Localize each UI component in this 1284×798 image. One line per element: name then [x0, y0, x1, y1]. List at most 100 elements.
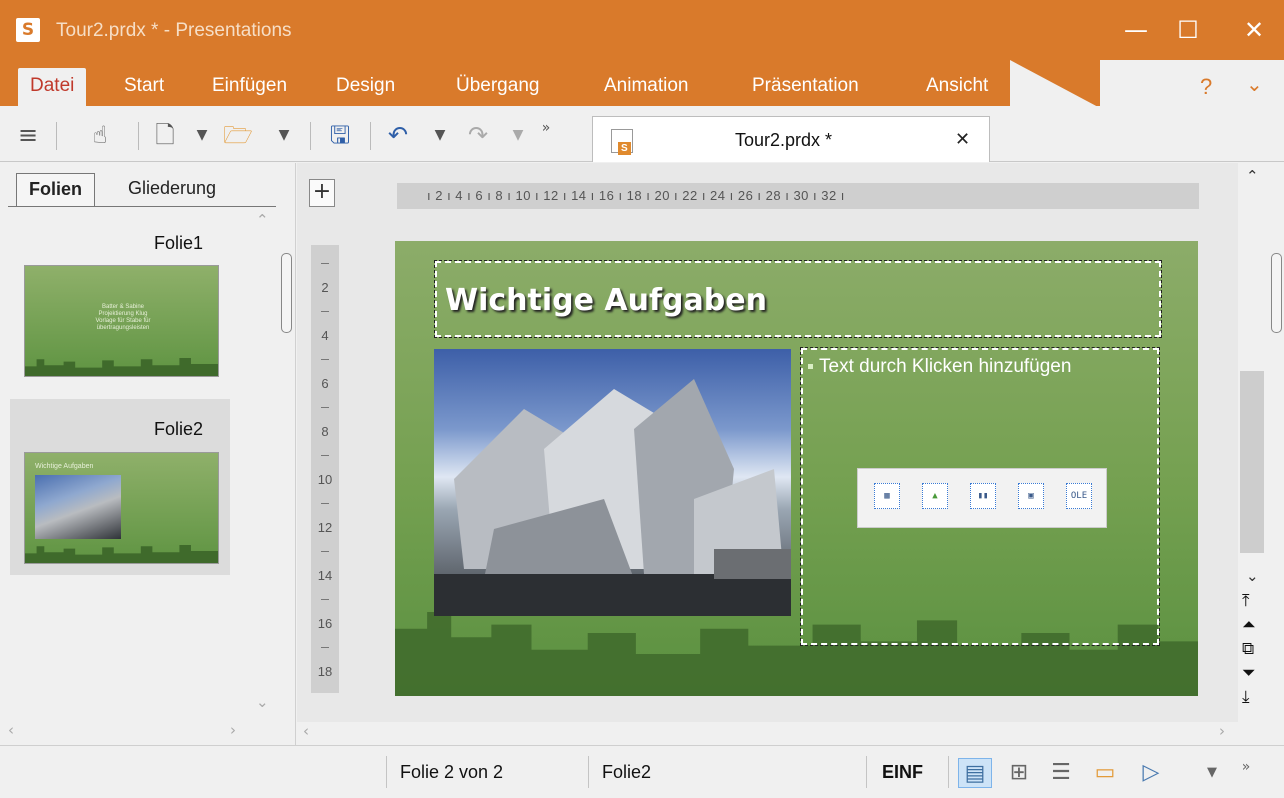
chart-icon[interactable]: ▮▮: [970, 483, 996, 509]
menu-datei[interactable]: Datei: [18, 68, 87, 108]
previous-slide-icon[interactable]: ⏶: [1242, 615, 1256, 635]
menu-bar: Datei Start Einfügen Design Übergang Ani…: [0, 60, 1284, 108]
ruler-mark: [321, 551, 329, 552]
scroll-left-icon[interactable]: ‹: [8, 721, 14, 739]
menu-design[interactable]: Design: [324, 68, 407, 108]
menu-icon[interactable]: ≡: [12, 118, 44, 152]
redo-dropdown-icon: ▼: [512, 127, 524, 143]
slide-list-icon[interactable]: ⧉: [1242, 639, 1254, 659]
document-tab-title: Tour2.prdx *: [735, 130, 833, 150]
first-slide-icon[interactable]: ⤒: [1242, 591, 1250, 611]
help-button[interactable]: ?: [1200, 74, 1212, 100]
building-shapes: [434, 379, 791, 616]
insert-mode[interactable]: EINF: [882, 762, 923, 783]
scroll-up-icon[interactable]: ⌃: [1246, 167, 1259, 185]
document-tab[interactable]: S Tour2.prdx * ✕: [592, 116, 990, 162]
app-icon[interactable]: S: [16, 18, 40, 42]
ruler-label: 12: [317, 520, 333, 535]
scrollbar-thumb[interactable]: [1240, 371, 1264, 553]
undo-icon[interactable]: ↶: [382, 118, 414, 152]
undo-dropdown-icon[interactable]: ▼: [430, 118, 450, 152]
next-slide-icon[interactable]: ⏷: [1242, 663, 1256, 683]
picture-icon[interactable]: ▲: [922, 483, 948, 509]
window-title: Tour2.prdx * - Presentations: [56, 20, 292, 41]
slideshow-icon[interactable]: ▷: [1134, 758, 1168, 788]
content-placeholder[interactable]: Text durch Klicken hinzufügen ▦ ▲ ▮▮ ▣ O…: [800, 347, 1160, 646]
right-pane-handle[interactable]: [1271, 253, 1282, 333]
new-document-dropdown-icon[interactable]: ▼: [192, 118, 212, 152]
open-folder-icon[interactable]: 🗁: [218, 118, 258, 152]
hand-icon[interactable]: ☝: [80, 118, 120, 152]
tab-folien[interactable]: Folien: [16, 173, 95, 207]
slide-label: Folie1: [154, 233, 204, 253]
menu-ansicht[interactable]: Ansicht: [914, 68, 1000, 108]
ruler-corner-button[interactable]: +: [309, 179, 335, 207]
slides-pane: Folien Gliederung Folie1 Batter & Sabine…: [0, 163, 296, 745]
editor-horizontal-scrollbar[interactable]: ‹ ›: [297, 722, 1242, 744]
scroll-up-icon[interactable]: ⌃: [256, 211, 269, 229]
normal-view-icon[interactable]: ▤: [958, 758, 992, 788]
toolbar-separator: [370, 122, 371, 150]
scroll-right-icon[interactable]: ›: [1219, 722, 1225, 740]
ruler-mark: [321, 263, 329, 264]
maximize-button[interactable]: ☐: [1168, 12, 1208, 48]
title-placeholder[interactable]: Wichtige Aufgaben: [434, 260, 1162, 338]
ruler-label: 10: [317, 472, 333, 487]
tab-underline: [8, 206, 276, 207]
horizontal-ruler-ticks: ı 2 ı 4 ı 6 ı 8 ı 10 ı 12 ı 14 ı 16 ı 18…: [427, 188, 845, 203]
menu-uebergang[interactable]: Übergang: [444, 68, 551, 108]
ruler-label: 4: [321, 328, 329, 343]
editor-vertical-scrollbar[interactable]: ⌃ ⌄ ⤒ ⏶ ⧉ ⏷ ⤓: [1238, 163, 1266, 743]
content-placeholder-text[interactable]: Text durch Klicken hinzufügen: [819, 356, 1071, 378]
slide-sorter-icon[interactable]: ⊞: [1002, 758, 1036, 788]
notes-view-icon[interactable]: ▭: [1088, 758, 1122, 788]
current-slide-name: Folie2: [602, 762, 652, 782]
minimize-button[interactable]: —: [1116, 12, 1156, 48]
new-document-icon[interactable]: 🗋: [150, 118, 180, 152]
menu-animation[interactable]: Animation: [592, 68, 701, 108]
slideshow-dropdown-icon[interactable]: ▼: [1200, 758, 1224, 788]
ruler-label: 14: [317, 568, 333, 583]
outline-view-icon[interactable]: ☰: [1044, 758, 1078, 788]
scroll-down-icon[interactable]: ⌄: [1246, 567, 1259, 585]
scroll-right-icon[interactable]: ›: [230, 721, 236, 739]
scroll-down-icon[interactable]: ⌄: [256, 693, 269, 711]
presentation-file-icon: S: [611, 129, 633, 155]
slide-title[interactable]: Wichtige Aufgaben: [445, 283, 767, 318]
status-separator: [588, 756, 589, 788]
status-bar: Folie 2 von 2 Folie2 EINF ▤ ⊞ ☰ ▭ ▷ ▼ »: [0, 745, 1284, 798]
close-button[interactable]: ✕: [1234, 12, 1274, 48]
slide-canvas[interactable]: Wichtige Aufgaben Text durch Klicken hin…: [395, 241, 1198, 696]
ruler-label: 6: [321, 376, 329, 391]
ruler-label: 16: [317, 616, 333, 631]
save-icon[interactable]: 🖫: [324, 118, 356, 152]
slide-position: Folie 2 von 2: [400, 762, 504, 782]
redo-icon: ↷: [467, 121, 489, 149]
status-separator: [386, 756, 387, 788]
menu-start[interactable]: Start: [112, 68, 176, 108]
more-icon[interactable]: »: [534, 118, 558, 152]
last-slide-icon[interactable]: ⤓: [1242, 687, 1250, 707]
vertical-ruler: 2 4 6 8 10 12 14 16 18: [311, 245, 339, 693]
horizontal-ruler: ı 2 ı 4 ı 6 ı 8 ı 10 ı 12 ı 14 ı 16 ı 18…: [397, 183, 1199, 209]
scroll-left-icon[interactable]: ‹: [303, 722, 309, 740]
slide-thumbnail-1[interactable]: Batter & Sabine Projektierung Klug Vorla…: [24, 265, 219, 377]
menu-bar-wedge: [1010, 60, 1100, 108]
ruler-mark: [321, 359, 329, 360]
menu-praesentation[interactable]: Präsentation: [740, 68, 871, 108]
slide-thumbnail-2[interactable]: Wichtige Aufgaben: [24, 452, 219, 564]
menu-einfuegen[interactable]: Einfügen: [200, 68, 299, 108]
tab-gliederung[interactable]: Gliederung: [116, 173, 228, 207]
table-icon[interactable]: ▦: [874, 483, 900, 509]
bullet-marker: [808, 364, 813, 369]
toolbar-separator: [138, 122, 139, 150]
collapse-ribbon-button[interactable]: ⌄: [1246, 72, 1263, 96]
slides-scrollbar[interactable]: ⌃ ⌄: [248, 207, 276, 717]
media-icon[interactable]: ▣: [1018, 483, 1044, 509]
close-tab-icon[interactable]: ✕: [955, 129, 970, 150]
ole-icon[interactable]: OLE: [1066, 483, 1092, 509]
status-more-icon[interactable]: »: [1234, 758, 1258, 788]
concert-hall-photo[interactable]: [434, 349, 791, 616]
pane-splitter-handle[interactable]: [281, 253, 292, 333]
open-folder-dropdown-icon[interactable]: ▼: [274, 118, 294, 152]
